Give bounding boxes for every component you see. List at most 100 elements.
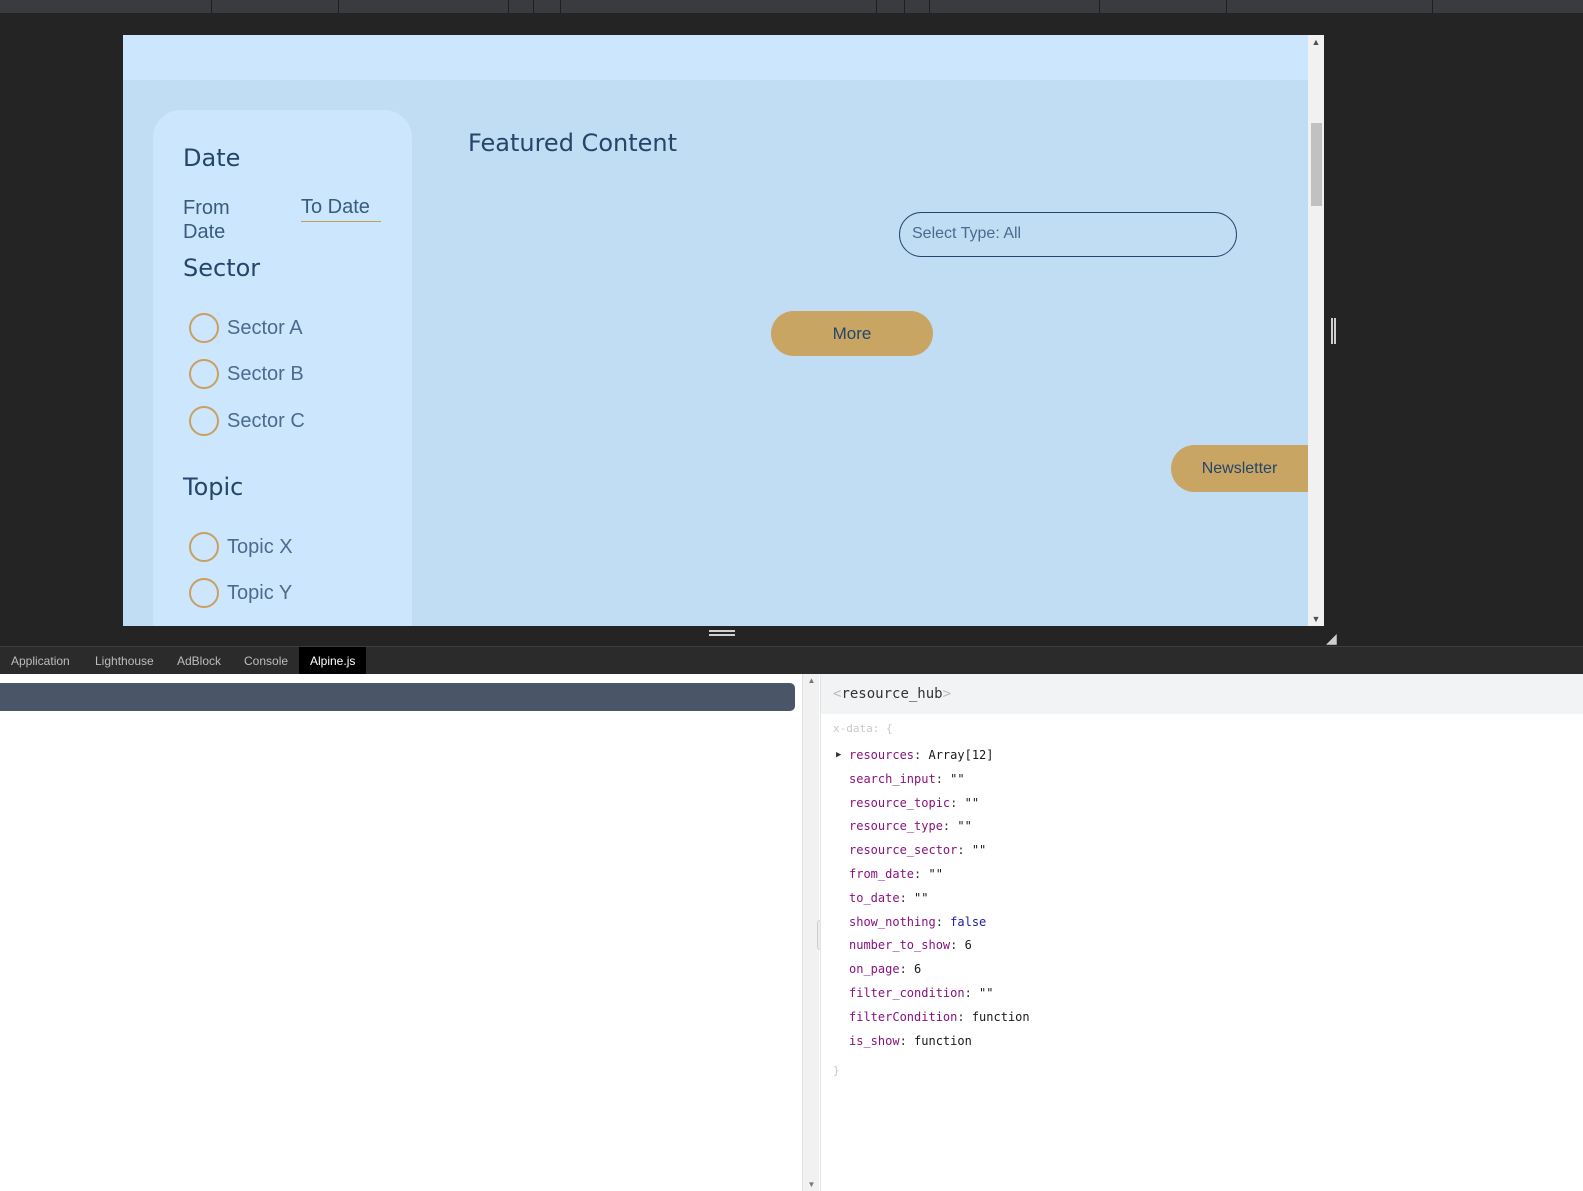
xdata-property-row: filter_condition: ""	[833, 982, 1030, 1006]
date-heading: Date	[183, 144, 241, 172]
property-value[interactable]: ""	[979, 986, 993, 1000]
radio-circle-icon[interactable]	[189, 532, 219, 562]
property-separator: :	[914, 866, 929, 881]
resize-corner-icon[interactable]: ◢	[1326, 630, 1337, 647]
property-value[interactable]: function	[972, 1010, 1030, 1024]
property-key: number_to_show	[849, 938, 951, 953]
sector-option-label: Sector B	[227, 362, 304, 385]
xdata-property-row[interactable]: ▶ resources: Array[12]	[833, 744, 1030, 768]
topic-heading: Topic	[183, 473, 244, 501]
property-value[interactable]: ""	[914, 891, 928, 905]
resize-handle-vertical-icon[interactable]	[1331, 318, 1336, 344]
xdata-open: x-data: {	[833, 722, 893, 735]
component-search-input[interactable]	[0, 683, 795, 711]
property-value[interactable]: ""	[928, 867, 942, 881]
property-separator: :	[957, 843, 972, 858]
toolbar-divider	[1099, 0, 1100, 13]
browser-toolbar-strip	[0, 0, 1583, 13]
xdata-property-row: number_to_show: 6	[833, 934, 1030, 958]
from-date-field[interactable]: From Date	[183, 196, 263, 244]
featured-content-title: Featured Content	[468, 129, 678, 157]
radio-circle-icon[interactable]	[189, 313, 219, 343]
xdata-property-row: on_page: 6	[833, 958, 1030, 982]
toolbar-divider	[1432, 0, 1433, 13]
property-key: is_show	[849, 1033, 900, 1048]
property-value[interactable]: false	[950, 915, 986, 929]
radio-circle-icon[interactable]	[189, 578, 219, 608]
property-key: search_input	[849, 771, 936, 786]
property-key: to_date	[849, 890, 900, 905]
xdata-properties: ▶ resources: Array[12] search_input: "" res…	[833, 744, 1030, 1053]
property-key: filter_condition	[849, 985, 965, 1000]
xdata-property-row: search_input: ""	[833, 768, 1030, 792]
toolbar-divider	[929, 0, 930, 13]
component-tree-pane	[0, 674, 802, 1191]
property-key: resource_sector	[849, 843, 958, 858]
sector-option[interactable]: Sector C	[189, 405, 305, 437]
toolbar-divider	[533, 0, 534, 13]
toolbar-divider	[508, 0, 509, 13]
scroll-down-icon[interactable]: ▼	[803, 1180, 820, 1189]
scrollbar-thumb[interactable]	[1311, 123, 1322, 206]
property-separator: :	[899, 890, 915, 905]
property-value[interactable]: ""	[965, 796, 979, 810]
property-value[interactable]: ""	[950, 772, 964, 786]
xdata-property-row: to_date: ""	[833, 887, 1030, 911]
tab-alpinejs[interactable]: Alpine.js	[299, 647, 367, 675]
tab-application[interactable]: Application	[0, 647, 81, 675]
expand-triangle-icon[interactable]: ▶	[836, 744, 841, 768]
xdata-close: }	[833, 1064, 840, 1077]
resize-handle-horizontal-icon[interactable]	[709, 630, 735, 636]
property-key: on_page	[849, 962, 900, 977]
radio-circle-icon[interactable]	[189, 406, 219, 436]
xdata-property-row: resource_sector: ""	[833, 839, 1030, 863]
filter-sidebar: Date From Date To Date Sector Sector A S…	[153, 110, 412, 626]
topic-option-label: Topic Y	[227, 581, 293, 604]
scroll-up-icon[interactable]: ▲	[803, 676, 820, 685]
property-separator: :	[957, 1009, 972, 1024]
xdata-property-row: resource_topic: ""	[833, 792, 1030, 816]
component-name-bar: <resource_hub>	[821, 674, 1583, 714]
sector-option[interactable]: Sector B	[189, 358, 304, 390]
tab-lighthouse[interactable]: Lighthouse	[84, 647, 165, 675]
topic-option-label: Topic X	[227, 535, 293, 558]
property-separator: :	[964, 985, 980, 1000]
newsletter-button[interactable]: Newsletter	[1171, 445, 1308, 492]
sector-heading: Sector	[183, 254, 261, 282]
property-key: from_date	[849, 866, 915, 881]
property-separator: :	[899, 1033, 915, 1048]
topic-option[interactable]: Topic X	[189, 531, 293, 563]
more-button[interactable]: More	[771, 311, 933, 356]
property-value[interactable]: ""	[957, 819, 971, 833]
sector-option[interactable]: Sector A	[189, 312, 303, 344]
tab-console[interactable]: Console	[233, 647, 299, 675]
property-value[interactable]: 6	[965, 938, 972, 952]
site-header	[123, 35, 1308, 80]
property-value[interactable]: Array[12]	[928, 748, 993, 762]
property-key: resource_type	[849, 819, 943, 834]
property-value[interactable]: ""	[972, 843, 986, 857]
xdata-property-row: show_nothing: false	[833, 911, 1030, 935]
scroll-up-icon[interactable]: ▲	[1308, 35, 1324, 49]
toolbar-divider	[211, 0, 212, 13]
xdata-property-row: filterCondition: function	[833, 1006, 1030, 1030]
sector-option-label: Sector C	[227, 409, 305, 432]
sector-option-label: Sector A	[227, 316, 303, 339]
property-key: show_nothing	[849, 914, 936, 929]
property-separator: :	[935, 914, 951, 929]
property-value[interactable]: 6	[914, 962, 921, 976]
toolbar-divider	[1226, 0, 1227, 13]
property-separator: :	[950, 795, 965, 810]
component-detail-pane: <resource_hub> x-data: { ▶ resources: Arr…	[820, 674, 1583, 1191]
tab-adblock[interactable]: AdBlock	[166, 647, 232, 675]
viewport-scrollbar[interactable]: ▲ ▼	[1308, 35, 1324, 626]
toolbar-divider	[338, 0, 339, 13]
component-name: resource_hub	[841, 686, 943, 702]
type-select[interactable]: Select Type: All	[899, 212, 1237, 257]
toolbar-divider	[560, 0, 561, 13]
scroll-down-icon[interactable]: ▼	[1308, 612, 1324, 626]
property-value[interactable]: function	[914, 1034, 972, 1048]
to-date-field[interactable]: To Date	[301, 196, 381, 222]
radio-circle-icon[interactable]	[189, 359, 219, 389]
topic-option[interactable]: Topic Y	[189, 577, 292, 609]
